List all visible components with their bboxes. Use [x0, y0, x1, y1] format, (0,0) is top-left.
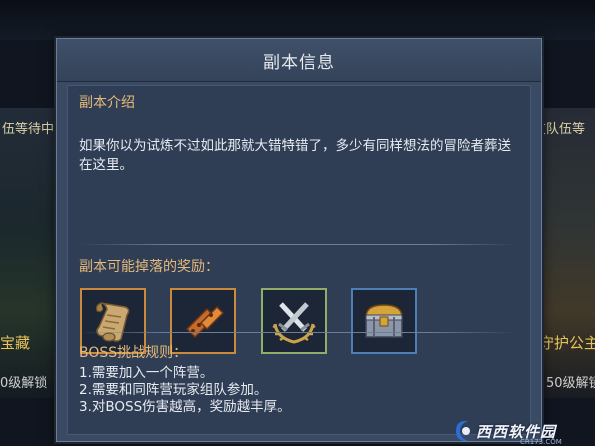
intro-text: 如果你以为试炼不过如此那就大错特错了，多少有同样想法的冒险者葬送在这里。 [79, 138, 511, 173]
watermark-url: CR173.COM [520, 438, 562, 446]
top-bar-background [0, 0, 595, 40]
rule-item: 1.需要加入一个阵营。 [79, 365, 214, 381]
right-card-name: 守护公主 [539, 334, 595, 352]
rules-list: 1.需要加入一个阵营。 2.需要和同阵营玩家组队参加。 3.对BOSS伤害越高，… [79, 365, 291, 416]
rules-label: BOSS挑战规则： [79, 345, 188, 361]
dungeon-info-dialog: 副本信息 副本介绍 如果你以为试炼不过如此那就大错特错了，多少有同样想法的冒险者… [56, 38, 542, 442]
dialog-title: 副本信息 [263, 52, 335, 73]
left-unlock-level: 0级解锁 [0, 376, 48, 391]
reward-slot-crossed-swords[interactable] [261, 288, 327, 354]
divider [80, 244, 516, 245]
treasure-chest-icon [365, 304, 403, 338]
left-card-name: 宝藏 [0, 334, 31, 352]
intro-label: 副本介绍 [79, 95, 135, 111]
rewards-label: 副本可能掉落的奖励： [79, 259, 219, 275]
rule-item: 3.对BOSS伤害越高，奖励越丰厚。 [79, 399, 291, 415]
hinge-icon [185, 305, 225, 339]
divider [80, 332, 516, 333]
scroll-icon [95, 302, 130, 342]
reward-slot-chest[interactable] [351, 288, 417, 354]
dialog-header: 副本信息 [57, 39, 541, 82]
right-unlock-level: 50级解锁 [546, 376, 595, 391]
dialog-body: 副本介绍 如果你以为试炼不过如此那就大错特错了，多少有同样想法的冒险者葬送在这里… [67, 85, 531, 435]
crossed-swords-laurel-icon [272, 302, 316, 344]
rule-item: 2.需要和同阵营玩家组队参加。 [79, 382, 268, 398]
left-team-tag: 伍等待中 [2, 122, 55, 137]
